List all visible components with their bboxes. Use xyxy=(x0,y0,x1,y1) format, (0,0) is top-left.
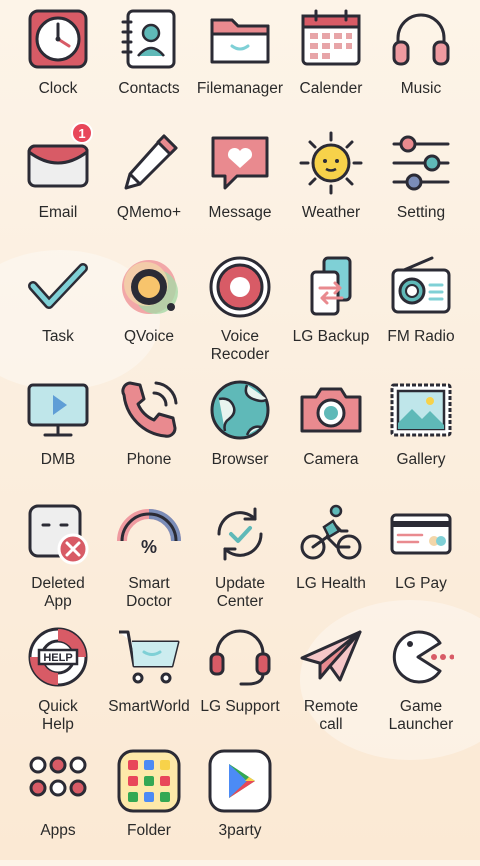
app-label: Game Launcher xyxy=(388,698,454,733)
shopping-cart-icon xyxy=(116,624,182,690)
camera-icon xyxy=(298,377,364,443)
folder-apps-icon xyxy=(116,748,182,814)
app-checkmark[interactable]: Task xyxy=(11,254,105,372)
app-sun[interactable]: Weather xyxy=(284,130,378,248)
update-icon xyxy=(207,501,273,567)
qvoice-icon xyxy=(116,254,182,320)
clock-icon xyxy=(25,6,91,72)
app-paper-plane[interactable]: Remote call xyxy=(284,624,378,742)
backup-icon xyxy=(298,254,364,320)
app-globe[interactable]: Browser xyxy=(193,377,287,495)
app-folder[interactable]: Filemanager xyxy=(193,6,287,124)
calendar-icon xyxy=(298,6,364,72)
app-radio[interactable]: FM Radio xyxy=(374,254,468,372)
app-dots-grid[interactable]: Apps xyxy=(11,748,105,866)
app-deleted-app[interactable]: Deleted App xyxy=(11,501,105,619)
app-record[interactable]: Voice Recoder xyxy=(193,254,287,372)
picture-icon xyxy=(388,377,454,443)
app-label: Gallery xyxy=(396,451,446,468)
app-backup[interactable]: LG Backup xyxy=(284,254,378,372)
app-clock[interactable]: Clock xyxy=(11,6,105,124)
paper-plane-icon xyxy=(298,624,364,690)
lifebuoy-help-icon: HELP xyxy=(25,624,91,690)
app-picture[interactable]: Gallery xyxy=(374,377,468,495)
app-calendar[interactable]: Calender xyxy=(284,6,378,124)
app-label: Music xyxy=(400,80,442,97)
deleted-app-icon xyxy=(25,501,91,567)
app-label: FM Radio xyxy=(387,328,455,345)
credit-card-icon xyxy=(388,501,454,567)
dots-grid-icon xyxy=(25,748,91,814)
notification-badge: 1 xyxy=(71,122,93,144)
app-contacts[interactable]: Contacts xyxy=(102,6,196,124)
play-store-icon xyxy=(207,748,273,814)
app-camera[interactable]: Camera xyxy=(284,377,378,495)
app-lifebuoy-help[interactable]: HELP Quick Help xyxy=(11,624,105,742)
checkmark-icon xyxy=(25,254,91,320)
phone-icon xyxy=(116,377,182,443)
app-gauge[interactable]: % Smart Doctor xyxy=(102,501,196,619)
sliders-icon xyxy=(388,130,454,196)
radio-icon xyxy=(388,254,454,320)
svg-text:%: % xyxy=(141,537,157,557)
app-sliders[interactable]: Setting xyxy=(374,130,468,248)
app-update[interactable]: Update Center xyxy=(193,501,287,619)
app-pacman[interactable]: Game Launcher xyxy=(374,624,468,742)
app-heart-message[interactable]: Message xyxy=(193,130,287,248)
globe-icon xyxy=(207,377,273,443)
headset-icon xyxy=(207,624,273,690)
app-cyclist[interactable]: LG Health xyxy=(284,501,378,619)
app-label: Setting xyxy=(396,204,446,221)
pencil-icon xyxy=(116,130,182,196)
app-play-store[interactable]: 3party xyxy=(193,748,287,866)
app-tv-play[interactable]: DMB xyxy=(11,377,105,495)
contacts-icon xyxy=(116,6,182,72)
app-headphones[interactable]: Music xyxy=(374,6,468,124)
pacman-icon xyxy=(388,624,454,690)
tv-play-icon xyxy=(25,377,91,443)
app-phone[interactable]: Phone xyxy=(102,377,196,495)
app-label: LG Pay xyxy=(395,575,447,592)
app-label: 3party xyxy=(218,822,262,839)
app-credit-card[interactable]: LG Pay xyxy=(374,501,468,619)
app-grid: Clock Contacts Filemanager Calender Music 1 Em… xyxy=(0,0,480,860)
app-folder-apps[interactable]: Folder xyxy=(102,748,196,866)
app-envelope[interactable]: 1 Email xyxy=(11,122,105,248)
envelope-icon: 1 xyxy=(25,122,93,196)
app-qvoice[interactable]: QVoice xyxy=(102,254,196,372)
app-headset[interactable]: LG Support xyxy=(193,624,287,742)
folder-icon xyxy=(207,6,273,72)
heart-message-icon xyxy=(207,130,273,196)
sun-icon xyxy=(298,130,364,196)
svg-text:HELP: HELP xyxy=(43,652,72,664)
gauge-icon: % xyxy=(116,501,182,567)
cyclist-icon xyxy=(298,501,364,567)
record-icon xyxy=(207,254,273,320)
app-pencil[interactable]: QMemo+ xyxy=(102,130,196,248)
headphones-icon xyxy=(388,6,454,72)
app-shopping-cart[interactable]: SmartWorld xyxy=(102,624,196,742)
